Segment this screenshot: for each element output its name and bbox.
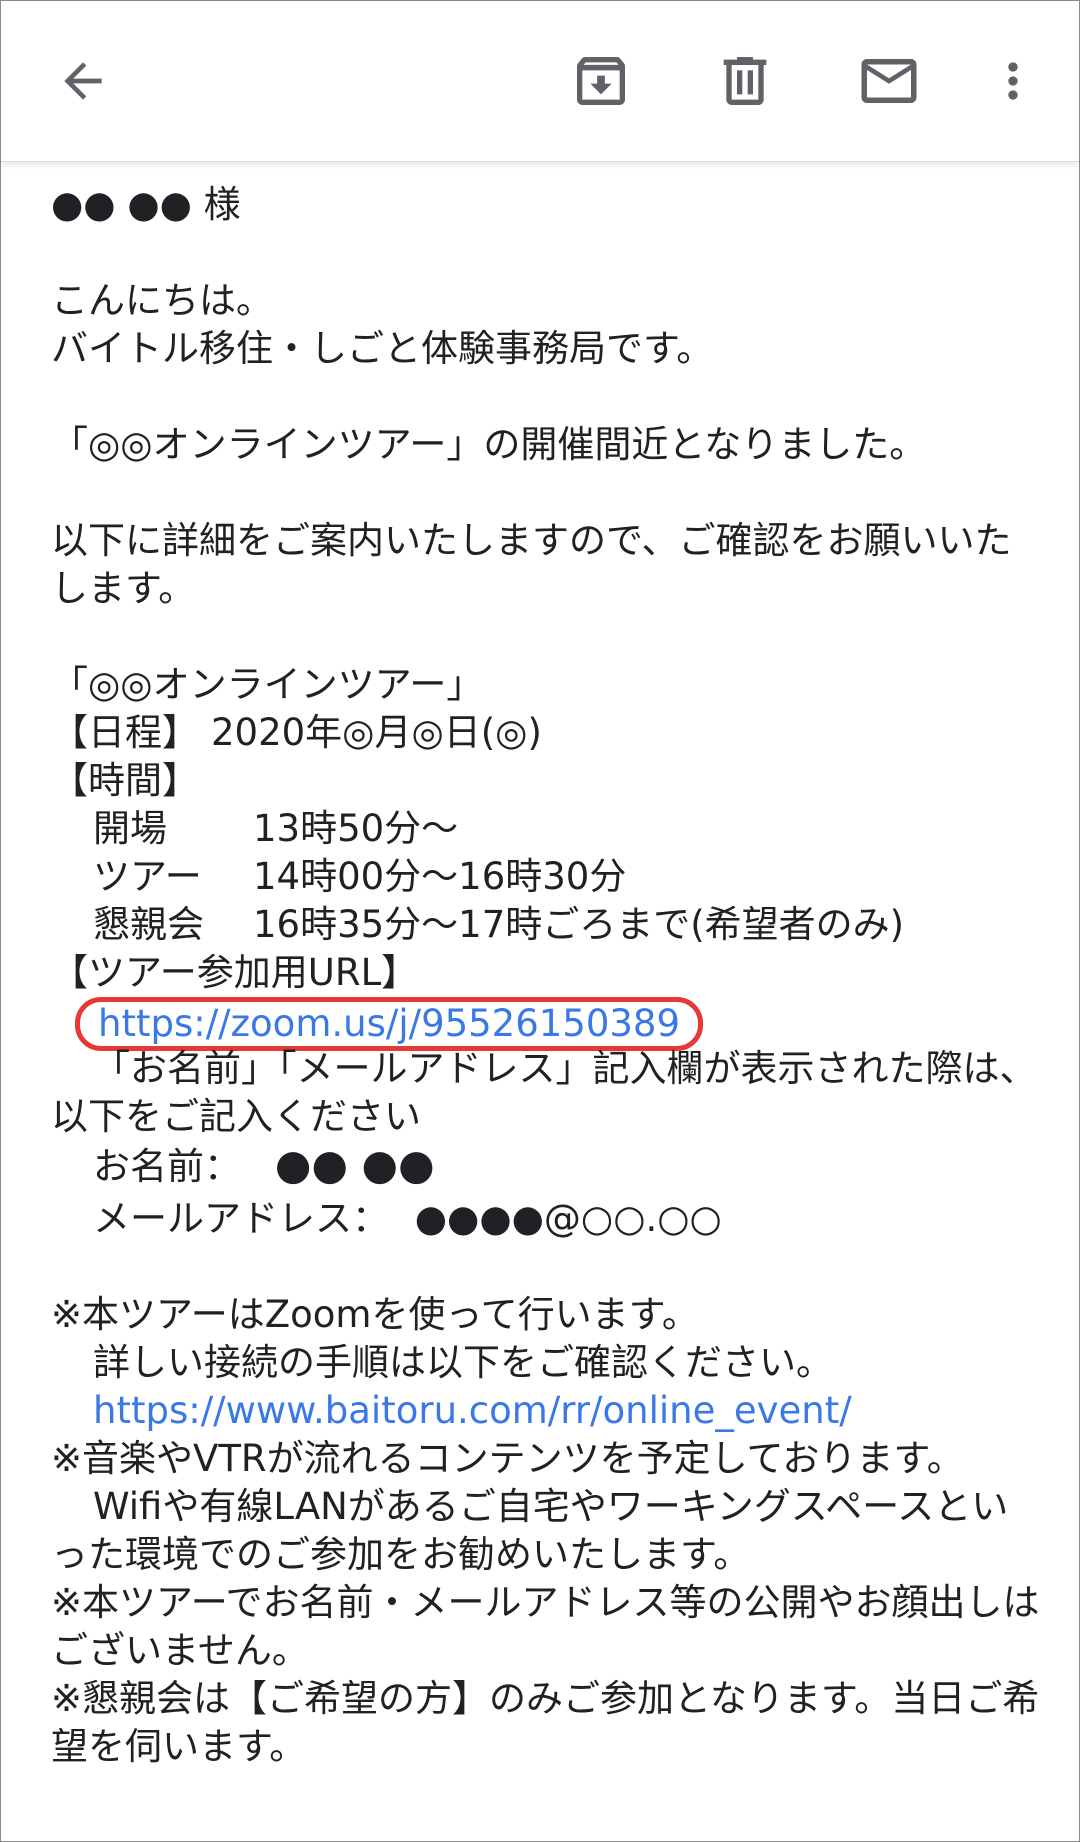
top-app-bar [1, 1, 1079, 162]
mark-unread-button[interactable] [849, 41, 929, 121]
note-privacy: ※本ツアーでお名前・メールアドレス等の公開やお顔出しはございません。 [51, 1581, 1040, 1672]
back-button[interactable] [43, 41, 123, 121]
time-row-label: ツアー [93, 855, 202, 898]
name-value: ●● ●● [274, 1140, 435, 1189]
time-row: ツアー 14時00分～16時30分 [51, 853, 1041, 901]
announcement: 「◎◎オンラインツアー」の開催間近となりました。 [51, 423, 927, 466]
zoom-url-link[interactable]: https://zoom.us/j/95526150389 [98, 1002, 680, 1045]
form-note: 「お名前」「メールアドレス」記入欄が表示された際は、以下をご記入ください [51, 1047, 1037, 1138]
url-label: 【ツアー参加用URL】 [51, 951, 419, 994]
mail-icon [861, 59, 917, 103]
highlight-box: https://zoom.us/j/95526150389 [75, 997, 704, 1051]
tour-name: 「◎◎オンラインツアー」 [51, 663, 484, 706]
schedule-value: 2020年◎月◎日(◎) [211, 711, 542, 754]
trash-icon [723, 57, 767, 105]
email-screen: ●● ●● 様 こんにちは。 バイトル移住・しごと体験事務局です。 「◎◎オンラ… [0, 0, 1080, 1842]
mail-row: メールアドレス： ●●●●@○○.○○ [51, 1195, 1041, 1243]
archive-button[interactable] [561, 41, 641, 121]
note-zoom: ※本ツアーはZoomを使って行います。 [51, 1293, 699, 1336]
office-name: バイトル移住・しごと体験事務局です。 [51, 327, 714, 370]
email-body: ●● ●● 様 こんにちは。 バイトル移住・しごと体験事務局です。 「◎◎オンラ… [51, 181, 1041, 1771]
name-label: お名前： [93, 1145, 241, 1188]
salutation: ●● ●● 様 [51, 183, 241, 226]
mail-value: ●●●●@○○.○○ [414, 1197, 722, 1240]
time-row-value: 16時35分～17時ごろまで(希望者のみ) [253, 903, 905, 946]
time-row: 懇親会 16時35分～17時ごろまで(希望者のみ) [51, 901, 1041, 949]
note-music-sub: Wifiや有線LANがあるご自宅やワーキングスペースといった環境でのご参加をお勧… [51, 1485, 1009, 1576]
more-vertical-icon [1008, 62, 1018, 100]
note-music: ※音楽やVTRが流れるコンテンツを予定しております。 [51, 1437, 964, 1480]
time-row-value: 13時50分～ [253, 807, 459, 850]
note-zoom-sub: 詳しい接続の手順は以下をご確認ください。 [93, 1341, 833, 1384]
time-label: 【時間】 [51, 759, 199, 802]
time-row: 開場 13時50分～ [51, 805, 1041, 853]
schedule-row: 【日程】 2020年◎月◎日(◎) [51, 709, 1041, 757]
zoom-url-row: https://zoom.us/j/95526150389 [51, 997, 1041, 1051]
time-row-label: 開場 [93, 807, 167, 850]
schedule-label: 【日程】 [51, 711, 199, 754]
guide-url-link[interactable]: https://www.baitoru.com/rr/online_event/ [93, 1389, 852, 1432]
note-social: ※懇親会は【ご希望の方】のみご参加となります。当日ご希望を伺います。 [51, 1677, 1040, 1768]
more-options-button[interactable] [973, 41, 1053, 121]
time-row-value: 14時00分～16時30分 [253, 855, 627, 898]
intro-text: 以下に詳細をご案内いたしますので、ご確認をお願いいたします。 [51, 519, 1012, 610]
greeting: こんにちは。 [51, 279, 273, 322]
archive-icon [577, 57, 625, 105]
guide-url-row: https://www.baitoru.com/rr/online_event/ [51, 1387, 1041, 1435]
delete-button[interactable] [705, 41, 785, 121]
arrow-left-icon [64, 62, 102, 100]
name-row: お名前： ●● ●● [51, 1141, 1041, 1189]
time-row-label: 懇親会 [93, 903, 204, 946]
mail-label: メールアドレス： [93, 1197, 389, 1240]
